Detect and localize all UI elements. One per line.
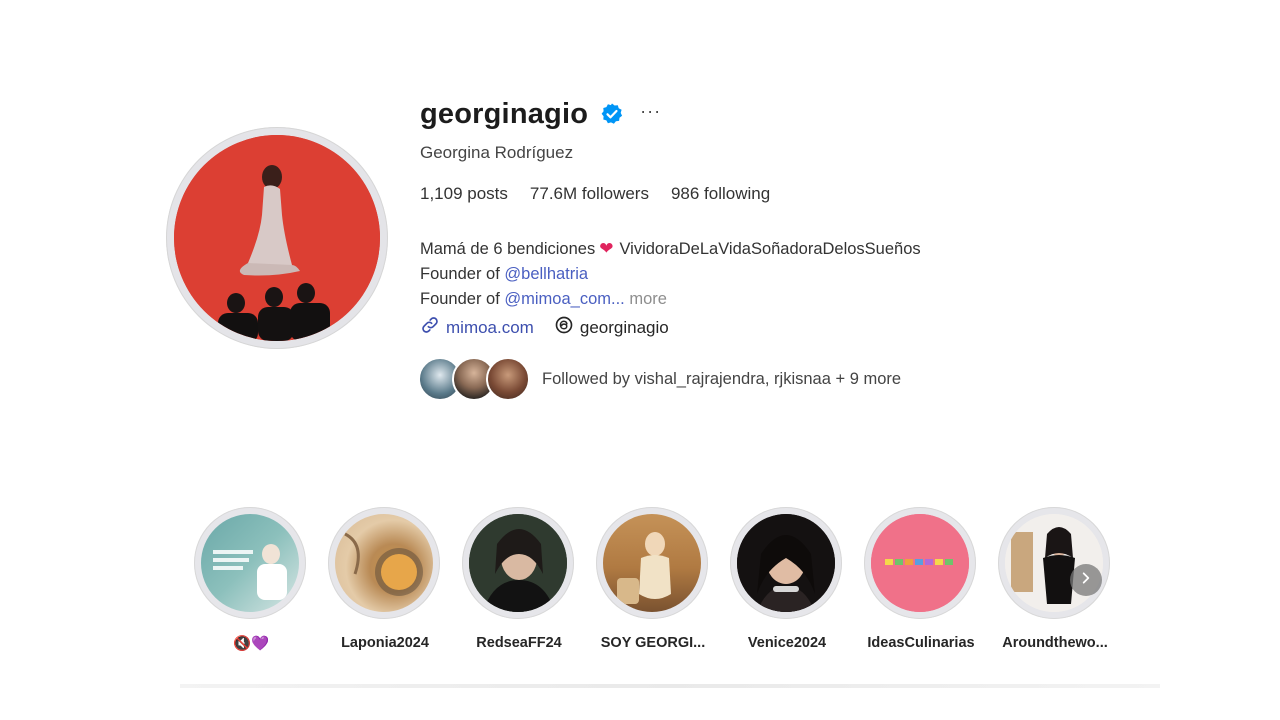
- username: georginagio: [420, 97, 589, 130]
- highlight-label: Laponia2024: [341, 635, 429, 651]
- highlights-next-button[interactable]: [1070, 564, 1102, 596]
- highlight-label: Venice2024: [747, 635, 827, 651]
- highlight-item[interactable]: RedseaFF24: [462, 507, 576, 651]
- highlight-label: Aroundthewo...: [1002, 635, 1108, 651]
- bio-line-1: Mamá de 6 bendiciones ❤ VividoraDeLaVidaSo…: [420, 236, 921, 262]
- threads-icon: [554, 315, 574, 340]
- highlight-item[interactable]: IdeasCulinarias: [864, 507, 978, 651]
- followed-by[interactable]: Followed by vishal_rajrajendra, rjkisnaa…: [418, 357, 901, 401]
- username-row: georginagio ···: [420, 94, 661, 134]
- threads-label: georginagio: [579, 317, 669, 337]
- bio-text: Founder of: [420, 290, 505, 308]
- highlight-cover: [201, 514, 299, 612]
- bio-more-button[interactable]: more: [629, 290, 667, 308]
- highlight-item[interactable]: Venice2024: [730, 507, 844, 651]
- highlight-item[interactable]: SOY GEORGI...: [596, 507, 710, 651]
- bio-text: Founder of: [420, 265, 505, 283]
- bio-text: VividoraDeLaVidaSoñadoraDelosSueños: [619, 240, 921, 258]
- profile-stats: 1,109 posts 77.6M followers 986 followin…: [420, 184, 770, 204]
- highlight-cover: [871, 514, 969, 612]
- website-link[interactable]: mimoa.com: [420, 315, 534, 340]
- highlight-label: SOY GEORGI...: [600, 635, 706, 651]
- link-icon: [420, 315, 440, 340]
- more-options-button[interactable]: ···: [640, 102, 661, 122]
- highlight-label: 🔇💜: [232, 636, 270, 652]
- following-count[interactable]: 986 following: [671, 184, 770, 204]
- avatar-image: [174, 135, 380, 341]
- highlight-cover: [1005, 514, 1103, 612]
- highlight-cover: [603, 514, 701, 612]
- tabs-divider: [180, 684, 1160, 688]
- verified-badge-icon: [600, 102, 624, 126]
- highlight-label: IdeasCulinarias: [867, 635, 975, 651]
- highlight-cover: [335, 514, 433, 612]
- highlight-label: RedseaFF24: [476, 635, 562, 651]
- bio-line-2: Founder of @bellhatria: [420, 262, 921, 287]
- highlight-item[interactable]: 🔇💜: [194, 507, 308, 652]
- links-row: mimoa.com georginagio: [420, 315, 669, 340]
- story-highlights: 🔇💜 Laponia2024 RedseaFF24 SOY GEORGI... …: [194, 507, 1124, 667]
- bio: Mamá de 6 bendiciones ❤ VividoraDeLaVidaSo…: [420, 236, 921, 312]
- mention-mimoa-link[interactable]: @mimoa_com...: [504, 290, 624, 308]
- highlight-cover: [737, 514, 835, 612]
- profile-avatar[interactable]: [166, 127, 388, 349]
- highlight-cover: [469, 514, 567, 612]
- followers-count[interactable]: 77.6M followers: [530, 184, 649, 204]
- bio-text: Mamá de 6 bendiciones: [420, 240, 596, 258]
- heart-icon: ❤: [599, 239, 614, 258]
- follower-avatar: [486, 357, 530, 401]
- bio-line-3: Founder of @mimoa_com... more: [420, 287, 921, 312]
- threads-link[interactable]: georginagio: [554, 315, 669, 340]
- highlight-item[interactable]: Laponia2024: [328, 507, 442, 651]
- full-name: Georgina Rodríguez: [420, 143, 574, 162]
- website-label: mimoa.com: [446, 317, 534, 337]
- chevron-right-icon: [1079, 571, 1093, 590]
- followed-by-text: Followed by vishal_rajrajendra, rjkisnaa…: [542, 369, 902, 388]
- posts-count[interactable]: 1,109 posts: [420, 184, 508, 204]
- mention-bellhatria-link[interactable]: @bellhatria: [504, 265, 588, 283]
